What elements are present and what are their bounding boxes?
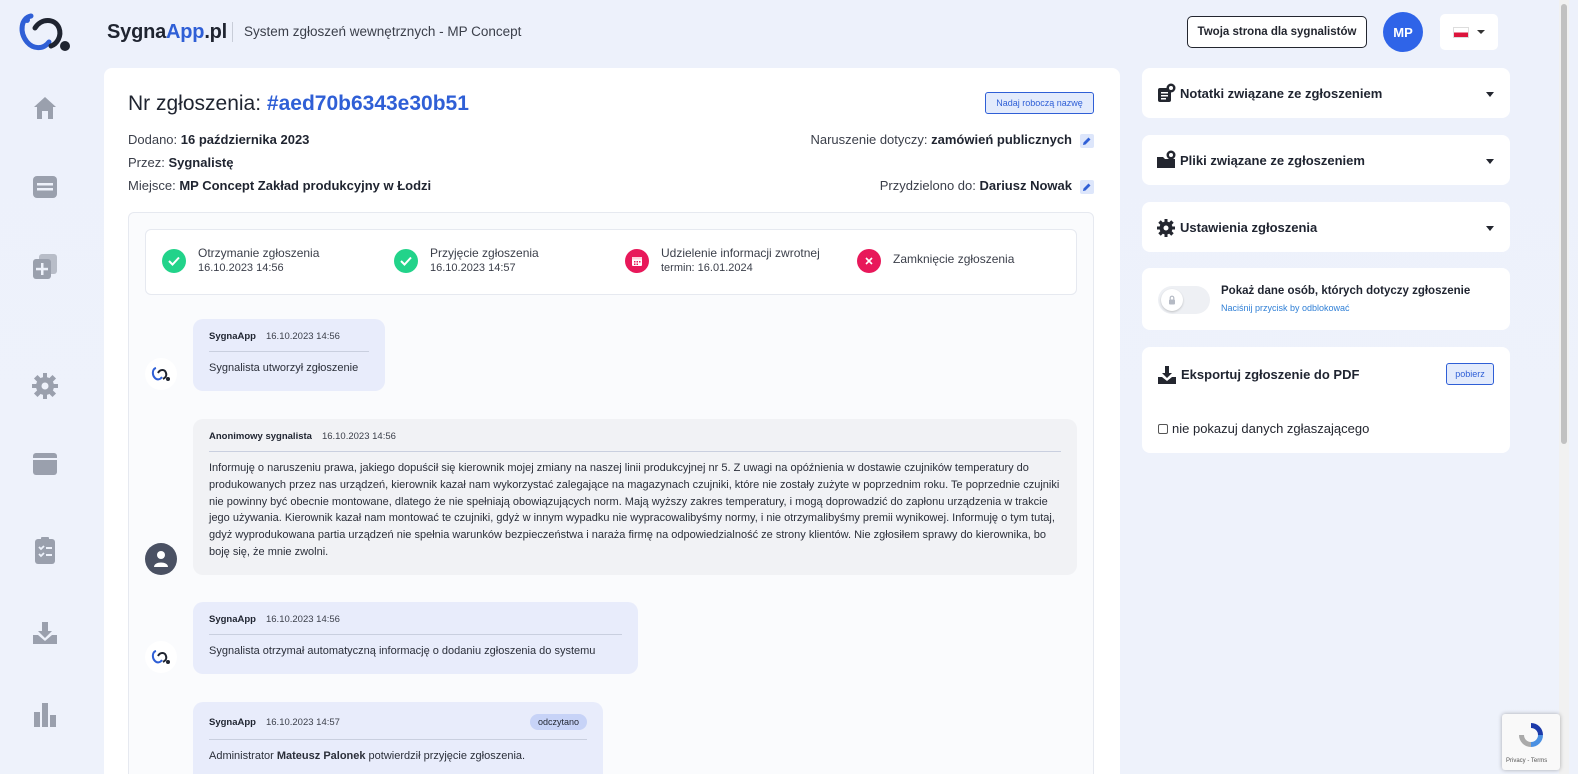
anonymous-user-avatar-icon xyxy=(145,543,177,575)
download-icon[interactable] xyxy=(31,619,59,647)
window-icon[interactable] xyxy=(31,450,59,478)
list-icon[interactable] xyxy=(31,173,59,201)
assigned-to: Przydzielono do: Dariusz Nowak xyxy=(880,178,1094,194)
calendar-icon xyxy=(625,249,649,273)
brand-name[interactable]: SygnaApp.pl xyxy=(107,21,227,44)
hide-reporter-checkbox[interactable]: nie pokazuj danych zgłaszającego xyxy=(1158,421,1369,436)
show-persons-hint: Naciśnij przycisk by odblokować xyxy=(1221,303,1350,313)
case-detail-panel: Nr zgłoszenia: #aed70b6343e30b51 Nadaj r… xyxy=(104,68,1120,774)
add-document-icon[interactable] xyxy=(31,252,59,280)
sygnaapp-avatar-icon xyxy=(145,641,177,673)
gear-icon[interactable] xyxy=(31,372,59,400)
download-pdf-button[interactable]: pobierz xyxy=(1446,363,1494,385)
whistleblower-page-button[interactable]: Twoja strona dla sygnalistów xyxy=(1187,16,1367,48)
export-title: Eksportuj zgłoszenie do PDF xyxy=(1181,367,1360,382)
case-timeline: Otrzymanie zgłoszenia 16.10.2023 14:56 Pr… xyxy=(128,212,1094,774)
show-persons-title: Pokaż dane osób, których dotyczy zgłosze… xyxy=(1221,285,1471,297)
step-closed: Zamknięcie zgłoszenia xyxy=(857,249,1014,273)
gear-icon xyxy=(1157,219,1175,237)
set-working-name-button[interactable]: Nadaj roboczą nazwę xyxy=(985,92,1094,114)
folder-icon xyxy=(1157,150,1176,168)
files-title: Pliki związane ze zgłoszeniem xyxy=(1180,153,1365,168)
export-pdf-section: Eksportuj zgłoszenie do PDF pobierz nie … xyxy=(1142,347,1510,453)
checkbox-icon[interactable] xyxy=(1158,423,1168,434)
message-bubble: SygnaApp 16.10.2023 14:57 odczytano Admini… xyxy=(193,702,603,774)
incident-place: Miejsce: MP Concept Zakład produkcyjny w… xyxy=(128,178,432,193)
edit-assignee-pencil-icon[interactable] xyxy=(1080,179,1094,194)
read-status-badge: odczytano xyxy=(529,714,587,730)
unlock-persons-toggle[interactable] xyxy=(1158,286,1210,314)
check-circle-icon xyxy=(394,249,418,273)
page-scrollbar[interactable] xyxy=(1559,0,1569,774)
x-circle-icon xyxy=(857,249,881,273)
caret-down-icon[interactable] xyxy=(1486,226,1494,231)
checklist-icon[interactable] xyxy=(31,537,59,565)
home-icon[interactable] xyxy=(31,94,59,122)
notes-icon xyxy=(1158,83,1176,102)
caret-down-icon[interactable] xyxy=(1486,159,1494,164)
lock-icon xyxy=(1161,289,1183,311)
caret-down-icon xyxy=(1477,30,1485,34)
bar-chart-icon[interactable] xyxy=(31,700,59,728)
app-subtitle: System zgłoszeń wewnętrznych - MP Concep… xyxy=(244,24,522,39)
edit-violation-pencil-icon[interactable] xyxy=(1080,133,1094,148)
case-title: Nr zgłoszenia: #aed70b6343e30b51 xyxy=(128,92,469,115)
settings-section[interactable]: Ustawienia zgłoszenia xyxy=(1142,202,1510,252)
language-selector[interactable] xyxy=(1440,14,1498,50)
top-bar: SygnaApp.pl System zgłoszeń wewnętrznych… xyxy=(0,0,1578,64)
download-tray-icon xyxy=(1158,366,1176,384)
poland-flag-icon xyxy=(1453,26,1469,38)
case-id: #aed70b6343e30b51 xyxy=(266,92,469,115)
user-avatar[interactable]: MP xyxy=(1383,12,1423,52)
message-bubble: Anonimowy sygnalista 16.10.2023 14:56 Inf… xyxy=(193,419,1077,575)
files-section[interactable]: Pliki związane ze zgłoszeniem xyxy=(1142,135,1510,185)
check-circle-icon xyxy=(162,249,186,273)
message-bubble: SygnaApp 16.10.2023 14:56 Sygnalista utwo… xyxy=(193,319,385,391)
step-feedback: Udzielenie informacji zwrotnej termin: 16… xyxy=(625,246,820,274)
reported-by: Przez: Sygnalistę xyxy=(128,155,234,170)
recaptcha-badge[interactable]: Privacy - Terms xyxy=(1502,714,1560,770)
message-bubble: SygnaApp 16.10.2023 14:56 Sygnalista otrz… xyxy=(193,602,638,674)
notes-title: Notatki związane ze zgłoszeniem xyxy=(1180,86,1383,101)
notes-section[interactable]: Notatki związane ze zgłoszeniem xyxy=(1142,68,1510,118)
scrollbar-thumb[interactable] xyxy=(1561,4,1567,444)
recaptcha-icon xyxy=(1519,723,1543,747)
sidebar xyxy=(0,64,90,774)
sygnaapp-logo-icon[interactable] xyxy=(17,12,73,54)
violation-category: Naruszenie dotyczy: zamówień publicznych xyxy=(810,132,1094,148)
added-date: Dodano: 16 października 2023 xyxy=(128,132,310,147)
caret-down-icon[interactable] xyxy=(1486,92,1494,97)
case-progress-steps: Otrzymanie zgłoszenia 16.10.2023 14:56 Pr… xyxy=(145,229,1077,295)
step-accepted: Przyjęcie zgłoszenia 16.10.2023 14:57 xyxy=(394,246,539,274)
step-received: Otrzymanie zgłoszenia 16.10.2023 14:56 xyxy=(162,246,319,274)
show-persons-section: Pokaż dane osób, których dotyczy zgłosze… xyxy=(1142,268,1510,330)
header-divider xyxy=(232,22,233,42)
recaptcha-links[interactable]: Privacy - Terms xyxy=(1506,758,1547,764)
settings-title: Ustawienia zgłoszenia xyxy=(1180,220,1318,235)
sygnaapp-avatar-icon xyxy=(145,358,177,390)
